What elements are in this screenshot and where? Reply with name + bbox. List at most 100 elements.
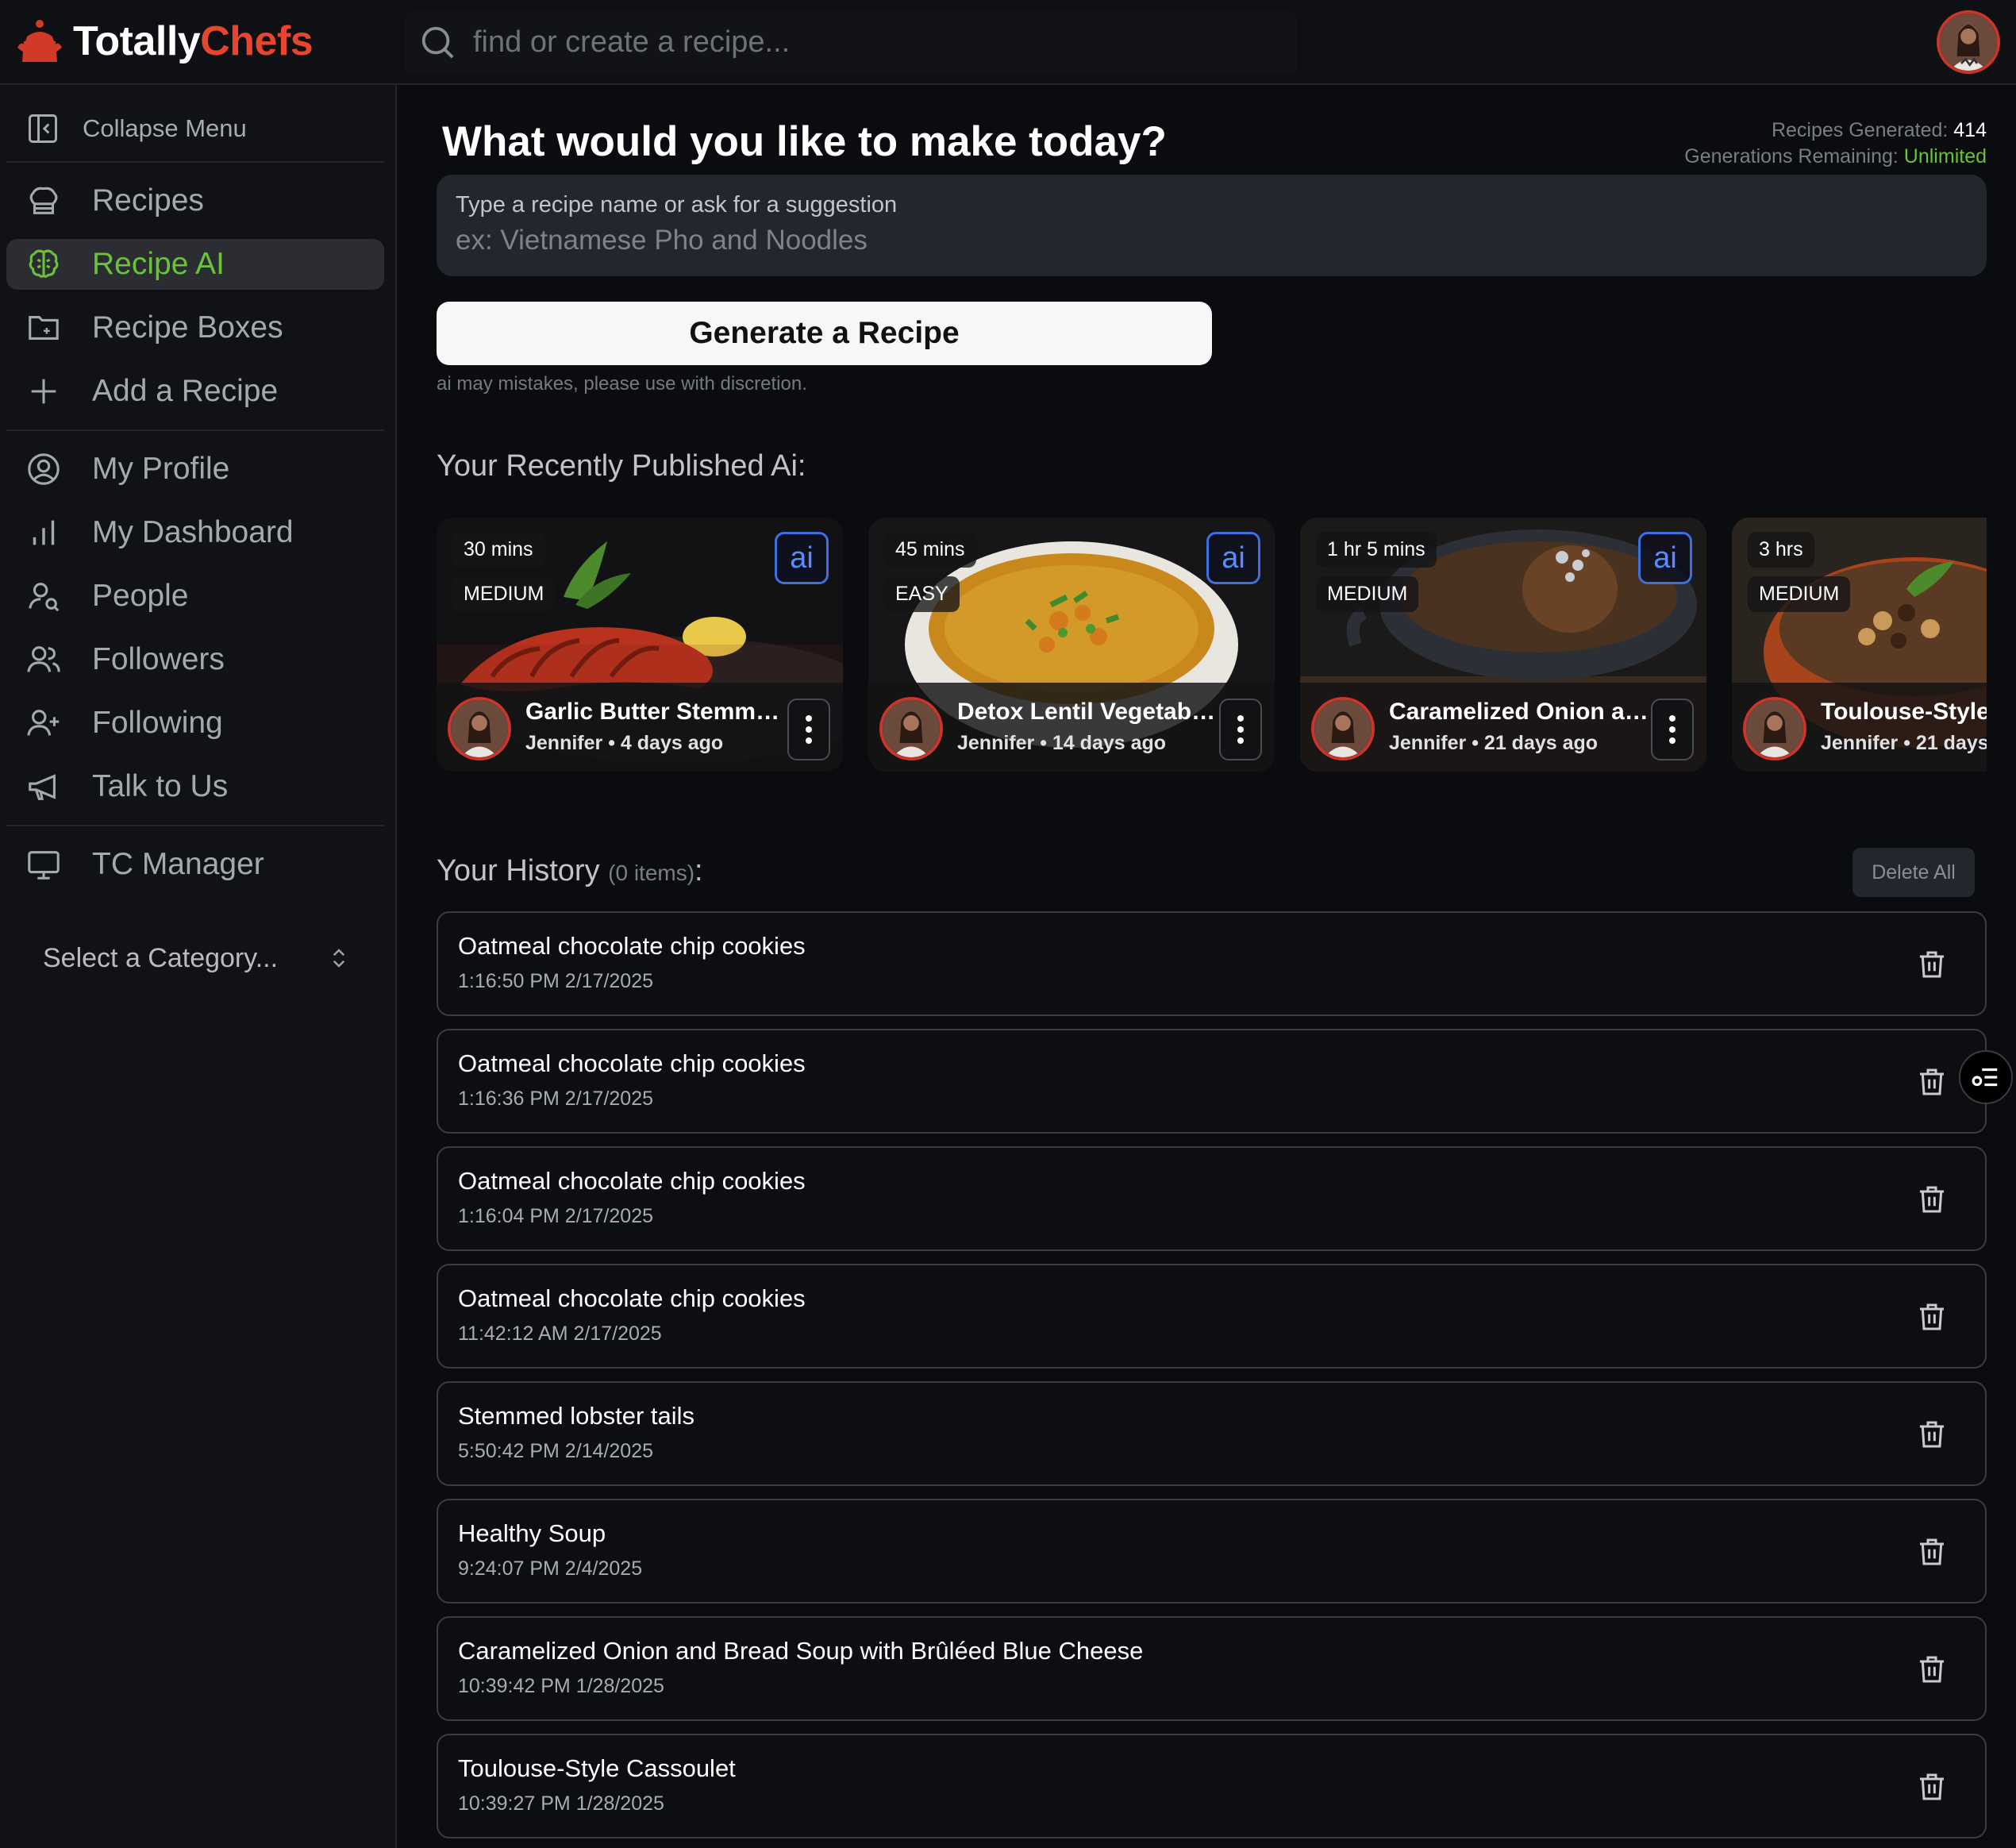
category-select-value: Select a Category... bbox=[43, 942, 279, 973]
collapse-menu-button[interactable]: Collapse Menu bbox=[6, 101, 384, 156]
recipe-card[interactable]: 3 hrs MEDIUM Toulouse-Style Cassoulet Je… bbox=[1732, 518, 1987, 772]
author-avatar[interactable] bbox=[1311, 697, 1375, 760]
recipe-prompt-box[interactable]: Type a recipe name or ask for a suggesti… bbox=[437, 175, 1987, 276]
recipe-card-title[interactable]: Garlic Butter Stemmed Lobster Tails bbox=[525, 699, 787, 726]
divider bbox=[6, 429, 384, 431]
recipe-card-footer: Garlic Butter Stemmed Lobster Tails Jenn… bbox=[437, 683, 843, 772]
floating-list-button[interactable] bbox=[1959, 1050, 2013, 1104]
search-bar bbox=[405, 11, 1297, 73]
sidebar-item-label: Talk to Us bbox=[92, 769, 229, 803]
recipes-generated-label: Recipes Generated: bbox=[1771, 119, 1949, 141]
ai-badge: ai bbox=[1638, 532, 1692, 584]
history-title: Oatmeal chocolate chip cookies bbox=[458, 1167, 806, 1195]
history-title: Oatmeal chocolate chip cookies bbox=[458, 1049, 806, 1077]
author-avatar[interactable] bbox=[448, 697, 511, 760]
sidebar-item-my-profile[interactable]: My Profile bbox=[6, 444, 384, 495]
card-options-button[interactable] bbox=[1651, 699, 1694, 760]
recipe-card-title[interactable]: Detox Lentil Vegetable Soup bbox=[957, 699, 1219, 726]
history-row[interactable]: Healthy Soup 9:24:07 PM 2/4/2025 bbox=[437, 1499, 1987, 1604]
trash-icon[interactable] bbox=[1916, 1654, 1948, 1685]
recipe-card-title[interactable]: Toulouse-Style Cassoulet bbox=[1821, 699, 1987, 726]
difficulty-badge: MEDIUM bbox=[1748, 576, 1851, 612]
recipe-card-meta: Jennifer • 21 days ago bbox=[1389, 732, 1599, 754]
sidebar-item-my-dashboard[interactable]: My Dashboard bbox=[6, 507, 384, 558]
category-select[interactable]: Select a Category... bbox=[19, 930, 368, 986]
published-ago: 4 days ago bbox=[620, 732, 724, 754]
published-ago: 21 days ago bbox=[1915, 732, 1987, 754]
recipe-card-footer: Toulouse-Style Cassoulet Jennifer • 21 d… bbox=[1732, 683, 1987, 772]
cook-time-badge: 1 hr 5 mins bbox=[1316, 532, 1437, 568]
recipe-card[interactable]: 45 mins EASY ai Detox Lentil Vegetable S… bbox=[868, 518, 1275, 772]
history-time: 5:50:42 PM 2/14/2025 bbox=[458, 1440, 654, 1462]
recipe-card-meta: Jennifer • 21 days ago bbox=[1821, 732, 1987, 755]
trash-icon[interactable] bbox=[1916, 1301, 1948, 1333]
ai-disclaimer: ai may mistakes, please use with discret… bbox=[437, 373, 807, 395]
trash-icon[interactable] bbox=[1916, 1066, 1948, 1098]
history-row[interactable]: Oatmeal chocolate chip cookies 11:42:12 … bbox=[437, 1264, 1987, 1369]
users-icon bbox=[27, 646, 60, 672]
collapse-menu-label: Collapse Menu bbox=[83, 114, 247, 142]
history-time: 1:16:04 PM 2/17/2025 bbox=[458, 1205, 654, 1227]
sidebar-item-following[interactable]: Following bbox=[6, 698, 384, 749]
sidebar-item-label: My Profile bbox=[92, 452, 230, 486]
history-title: Toulouse-Style Cassoulet bbox=[458, 1754, 736, 1782]
author-name: Jennifer bbox=[1821, 732, 1899, 754]
generation-stats: Recipes Generated: 414 Generations Remai… bbox=[1684, 117, 1987, 170]
recipe-card-title[interactable]: Caramelized Onion and Bread Soup bbox=[1389, 699, 1651, 726]
trash-icon[interactable] bbox=[1916, 1771, 1948, 1803]
sidebar-item-people[interactable]: People bbox=[6, 571, 384, 622]
author-avatar[interactable] bbox=[879, 697, 943, 760]
published-ago: 14 days ago bbox=[1052, 732, 1167, 754]
recipe-prompt-label: Type a recipe name or ask for a suggesti… bbox=[456, 192, 898, 218]
history-row[interactable]: Oatmeal chocolate chip cookies 1:16:50 P… bbox=[437, 911, 1987, 1016]
sidebar-item-add-recipe[interactable]: Add a Recipe bbox=[6, 366, 384, 417]
history-row[interactable]: Stemmed lobster tails 5:50:42 PM 2/14/20… bbox=[437, 1381, 1987, 1486]
difficulty-badge: EASY bbox=[884, 576, 960, 612]
sidebar-item-label: Followers bbox=[92, 642, 225, 676]
sidebar-item-label: Following bbox=[92, 706, 223, 740]
generate-recipe-button[interactable]: Generate a Recipe bbox=[437, 302, 1212, 365]
recent-section-heading: Your Recently Published Ai: bbox=[437, 449, 806, 483]
recipe-card-footer: Detox Lentil Vegetable Soup Jennifer • 1… bbox=[868, 683, 1275, 772]
sidebar-item-talk-to-us[interactable]: Talk to Us bbox=[6, 761, 384, 812]
recipe-card[interactable]: 1 hr 5 mins MEDIUM ai Caramelized Onion … bbox=[1300, 518, 1706, 772]
history-time: 1:16:36 PM 2/17/2025 bbox=[458, 1088, 654, 1110]
generations-remaining-label: Generations Remaining: bbox=[1684, 145, 1899, 167]
generations-remaining-value: Unlimited bbox=[1903, 145, 1987, 167]
search-input[interactable] bbox=[473, 25, 1267, 60]
history-row[interactable]: Oatmeal chocolate chip cookies 1:16:36 P… bbox=[437, 1029, 1987, 1134]
recipe-prompt-input[interactable] bbox=[456, 225, 1948, 256]
sidebar-item-label: Recipe AI bbox=[92, 247, 225, 281]
trash-icon[interactable] bbox=[1916, 949, 1948, 980]
recipe-card-footer: Caramelized Onion and Bread Soup Jennife… bbox=[1300, 683, 1706, 772]
sidebar-item-recipe-ai[interactable]: Recipe AI bbox=[6, 239, 384, 290]
sidebar-item-followers[interactable]: Followers bbox=[6, 634, 384, 685]
sidebar-item-label: Recipes bbox=[92, 183, 204, 218]
history-row[interactable]: Oatmeal chocolate chip cookies 1:16:04 P… bbox=[437, 1146, 1987, 1251]
sidebar-item-recipe-boxes[interactable]: Recipe Boxes bbox=[6, 302, 384, 353]
author-avatar[interactable] bbox=[1743, 697, 1806, 760]
trash-icon[interactable] bbox=[1916, 1419, 1948, 1450]
history-heading: Your History (0 items): bbox=[437, 854, 703, 888]
history-title: Caramelized Onion and Bread Soup with Br… bbox=[458, 1637, 1144, 1665]
more-vertical-icon bbox=[806, 715, 812, 744]
sidebar: Collapse Menu Recipes Recipe AI Recipe B… bbox=[0, 85, 397, 1848]
history-time: 10:39:27 PM 1/28/2025 bbox=[458, 1792, 664, 1815]
sidebar-item-recipes[interactable]: Recipes bbox=[6, 175, 384, 226]
more-vertical-icon bbox=[1237, 715, 1244, 744]
history-title: Oatmeal chocolate chip cookies bbox=[458, 932, 806, 960]
history-row[interactable]: Caramelized Onion and Bread Soup with Br… bbox=[437, 1616, 1987, 1721]
card-options-button[interactable] bbox=[1219, 699, 1262, 760]
delete-all-button[interactable]: Delete All bbox=[1852, 848, 1975, 897]
history-row[interactable]: Toulouse-Style Cassoulet 10:39:27 PM 1/2… bbox=[437, 1734, 1987, 1838]
sidebar-item-label: My Dashboard bbox=[92, 515, 294, 549]
search-icon bbox=[421, 26, 454, 59]
sidebar-item-tc-manager[interactable]: TC Manager bbox=[6, 839, 384, 890]
trash-icon[interactable] bbox=[1916, 1184, 1948, 1215]
user-avatar[interactable] bbox=[1937, 10, 2000, 74]
trash-icon[interactable] bbox=[1916, 1536, 1948, 1568]
sidebar-item-label: TC Manager bbox=[92, 847, 264, 881]
recipe-card[interactable]: 30 mins MEDIUM ai Garlic Butter Stemmed … bbox=[437, 518, 843, 772]
card-options-button[interactable] bbox=[787, 699, 830, 760]
logo[interactable]: TotallyChefs bbox=[16, 17, 314, 65]
